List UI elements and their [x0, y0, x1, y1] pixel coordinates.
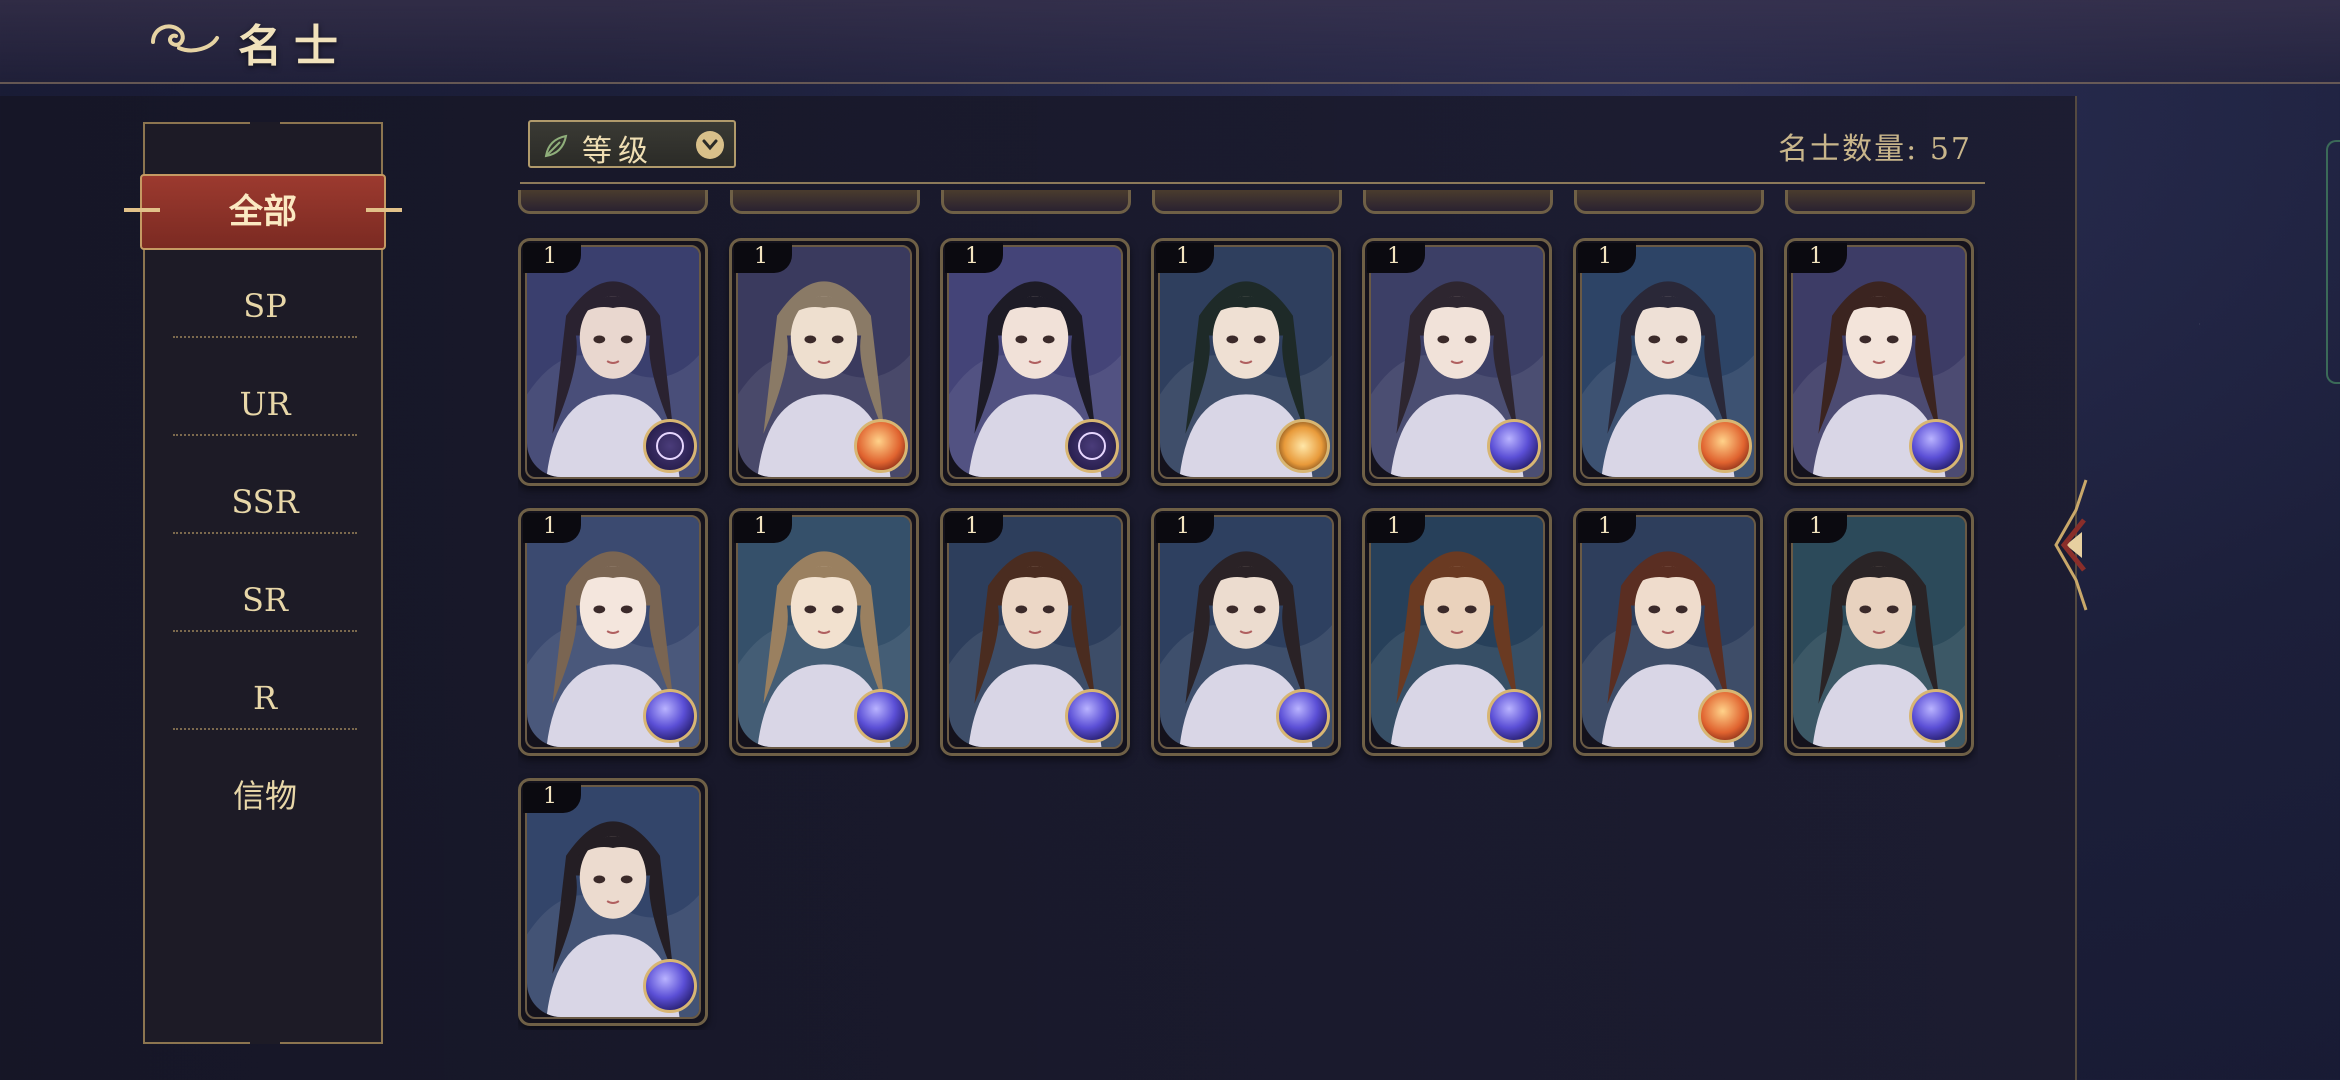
purple-element-icon: [1276, 689, 1330, 743]
cloud-swirl-icon[interactable]: [145, 14, 225, 64]
filter-sr[interactable]: SR: [173, 568, 357, 632]
filter-ur[interactable]: UR: [173, 372, 357, 436]
hero-card[interactable]: 1: [1573, 238, 1763, 486]
moon-element-icon: [643, 419, 697, 473]
purple-element-icon: [1065, 689, 1119, 743]
sun-element-icon: [1276, 419, 1330, 473]
level-badge: 1: [523, 513, 581, 543]
sidebar-bottom-notch: [250, 1030, 280, 1044]
purple-element-icon: [854, 689, 908, 743]
hero-card[interactable]: 1: [940, 238, 1130, 486]
hero-card[interactable]: 1: [1362, 238, 1552, 486]
moon-element-icon: [1065, 419, 1119, 473]
hero-card[interactable]: 1: [1151, 238, 1341, 486]
level-badge: 1: [1578, 513, 1636, 543]
filter-ssr-label: SSR: [231, 483, 299, 521]
filter-r-label: R: [252, 679, 278, 717]
purple-element-icon: [1909, 689, 1963, 743]
hero-card[interactable]: 1: [1573, 508, 1763, 756]
filter-sp-label: SP: [243, 287, 287, 325]
card-partial[interactable]: [1363, 190, 1553, 214]
level-badge: 1: [523, 243, 581, 273]
tab-deco-right: [366, 208, 402, 212]
filter-all-tab[interactable]: 全部: [124, 174, 402, 250]
card-partial[interactable]: [730, 190, 920, 214]
level-badge: 1: [1789, 513, 1847, 543]
hero-card[interactable]: 1: [1784, 508, 1974, 756]
rarity-filter-sidebar: SP UR SSR SR R 信物: [143, 122, 383, 1044]
purple-element-icon: [643, 689, 697, 743]
filter-ssr[interactable]: SSR: [173, 470, 357, 534]
filter-sr-label: SR: [241, 581, 288, 619]
hero-card-grid[interactable]: 1 1 1 1 1 1 1 1 1 1 1 1 1 1 1: [518, 130, 1978, 1030]
level-badge: 1: [734, 243, 792, 273]
hero-card[interactable]: 1: [1784, 238, 1974, 486]
sidebar-top-notch: [250, 122, 280, 136]
filter-token[interactable]: 信物: [173, 764, 357, 828]
hero-card[interactable]: 1: [940, 508, 1130, 756]
level-badge: 1: [945, 243, 1003, 273]
orange-element-icon: [854, 419, 908, 473]
card-partial[interactable]: [941, 190, 1131, 214]
page-title: 名士: [238, 21, 350, 72]
level-badge: 1: [1789, 243, 1847, 273]
orange-element-icon: [1698, 419, 1752, 473]
hero-card[interactable]: 1: [518, 778, 708, 1026]
right-edge-tab[interactable]: [2326, 140, 2340, 384]
orange-element-icon: [1698, 689, 1752, 743]
purple-element-icon: [1487, 689, 1541, 743]
card-partial[interactable]: [518, 190, 708, 214]
hero-card[interactable]: 1: [518, 238, 708, 486]
level-badge: 1: [523, 783, 581, 813]
hero-card[interactable]: 1: [729, 508, 919, 756]
purple-element-icon: [643, 959, 697, 1013]
hero-card[interactable]: 1: [1151, 508, 1341, 756]
level-badge: 1: [1156, 513, 1214, 543]
hero-card[interactable]: 1: [1362, 508, 1552, 756]
level-badge: 1: [1578, 243, 1636, 273]
filter-token-label: 信物: [232, 777, 297, 815]
filter-r[interactable]: R: [173, 666, 357, 730]
level-badge: 1: [734, 513, 792, 543]
card-partial[interactable]: [1574, 190, 1764, 214]
page-header: 名士: [0, 0, 2340, 84]
hero-card[interactable]: 1: [518, 508, 708, 756]
level-badge: 1: [945, 513, 1003, 543]
purple-element-icon: [1909, 419, 1963, 473]
level-badge: 1: [1156, 243, 1214, 273]
filter-ur-label: UR: [239, 385, 291, 423]
hero-card[interactable]: 1: [729, 238, 919, 486]
filter-sp[interactable]: SP: [173, 274, 357, 338]
tab-deco-left: [124, 208, 160, 212]
card-partial[interactable]: [1152, 190, 1342, 214]
level-badge: 1: [1367, 513, 1425, 543]
collapse-arrow-button[interactable]: [2046, 470, 2092, 620]
card-partial[interactable]: [1785, 190, 1975, 214]
level-badge: 1: [1367, 243, 1425, 273]
filter-all-label: 全部: [229, 192, 297, 232]
purple-element-icon: [1487, 419, 1541, 473]
